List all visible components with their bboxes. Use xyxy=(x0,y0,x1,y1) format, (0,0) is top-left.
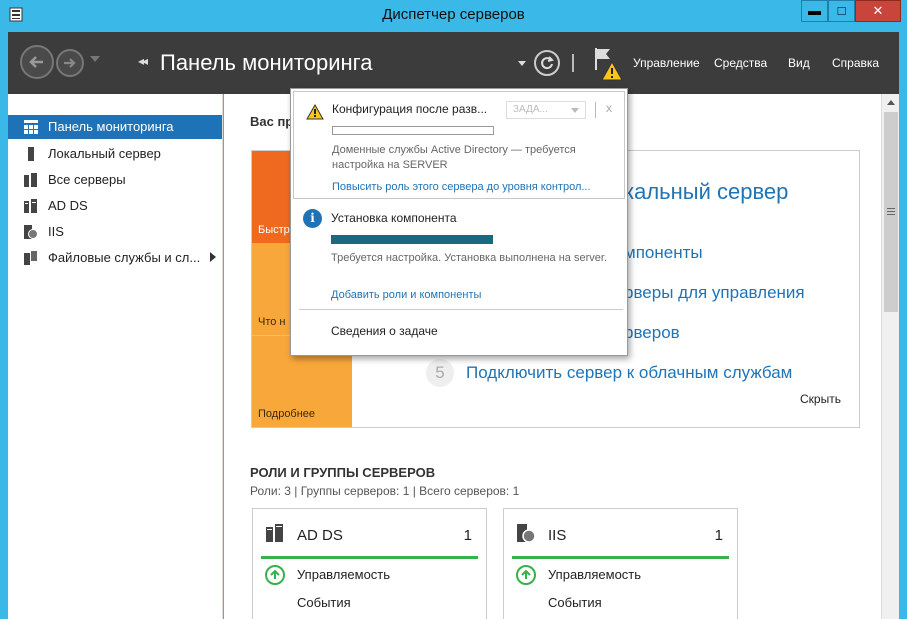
welcome-title: Вас пр xyxy=(250,114,294,129)
sidebar: Панель мониторинга Локальный сервер Все … xyxy=(8,94,223,619)
hide-link[interactable]: Скрыть xyxy=(800,392,841,406)
minimize-button[interactable]: ▬ xyxy=(801,0,828,22)
window-border xyxy=(899,32,907,619)
step-number: 5 xyxy=(426,359,454,387)
maximize-button[interactable]: □ xyxy=(828,0,855,22)
notification-post-deploy: Конфигурация после разв... ЗАДА... x Дом… xyxy=(293,91,625,199)
tile-label: Что н xyxy=(258,316,286,328)
tile-label: Быстр xyxy=(258,224,290,236)
role-name: IIS xyxy=(548,527,567,544)
dashboard-grid-icon xyxy=(24,120,38,134)
notifications-popup: Конфигурация после разв... ЗАДА... x Дом… xyxy=(290,88,628,356)
scroll-thumb[interactable] xyxy=(884,112,898,312)
header-separator xyxy=(572,54,574,72)
notification-title: Конфигурация после разв... xyxy=(332,102,488,116)
role-card-iis[interactable]: IIS 1 Управляемость События xyxy=(503,508,738,619)
forward-button[interactable] xyxy=(56,49,84,77)
promote-dc-link[interactable]: Повысить роль этого сервера до уровня ко… xyxy=(332,181,591,193)
menu-manage[interactable]: Управление xyxy=(633,56,700,70)
notification-text: Доменные службы Active Directory — требу… xyxy=(332,144,576,171)
chevron-down-icon xyxy=(571,108,579,113)
menu-tools[interactable]: Средства xyxy=(714,56,767,70)
manageability-link[interactable]: Управляемость xyxy=(297,567,390,582)
manageability-link[interactable]: Управляемость xyxy=(548,567,641,582)
menu-help[interactable]: Справка xyxy=(832,56,879,70)
sidebar-item-ad-ds[interactable]: AD DS xyxy=(8,194,222,218)
sidebar-item-label: IIS xyxy=(48,224,64,239)
sidebar-item-all-servers[interactable]: Все серверы xyxy=(8,168,222,192)
server-icon xyxy=(28,147,34,161)
sidebar-item-iis[interactable]: IIS xyxy=(8,220,222,244)
iis-icon xyxy=(24,225,38,239)
events-link[interactable]: События xyxy=(297,595,351,610)
info-icon: i xyxy=(303,209,322,228)
tasks-dropdown[interactable]: ЗАДА... xyxy=(506,101,586,119)
tile-label: Подробнее xyxy=(258,408,316,420)
roles-summary: Роли: 3 | Группы серверов: 1 | Всего сер… xyxy=(250,484,520,498)
role-count: 1 xyxy=(463,527,472,544)
status-bar xyxy=(261,556,478,559)
progress-bar xyxy=(332,126,494,135)
warning-icon xyxy=(306,104,324,120)
grip-icon xyxy=(887,208,895,209)
status-bar xyxy=(512,556,729,559)
menu-view[interactable]: Вид xyxy=(788,56,810,70)
up-arrow-icon xyxy=(265,565,285,585)
breadcrumb-arrows[interactable]: ◂◂ xyxy=(138,54,148,68)
history-dropdown-icon[interactable] xyxy=(90,56,100,62)
sidebar-item-label: Файловые службы и сл... xyxy=(48,250,201,265)
back-button[interactable] xyxy=(20,45,54,79)
header-bar: ◂◂ Панель мониторинга Управление Средств… xyxy=(8,32,899,94)
window-title: Диспетчер серверов xyxy=(382,6,525,23)
create-server-group-link[interactable]: рверов xyxy=(624,323,680,343)
configure-local-server-link[interactable]: кальный сервер xyxy=(624,179,788,205)
file-services-icon xyxy=(24,251,37,265)
servers-icon xyxy=(24,173,37,187)
forward-arrow-icon xyxy=(64,58,76,68)
tasks-label: ЗАДА... xyxy=(513,104,548,115)
connect-cloud-link[interactable]: Подключить сервер к облачным службам xyxy=(466,363,792,383)
divider xyxy=(299,309,623,310)
notifications-flag-icon[interactable] xyxy=(592,46,626,82)
sidebar-item-label: Панель мониторинга xyxy=(48,119,174,134)
close-button[interactable]: ✕ xyxy=(855,0,901,22)
refresh-icon xyxy=(541,56,554,70)
title-bar: Диспетчер серверов ▬ □ ✕ xyxy=(0,0,907,32)
add-servers-link[interactable]: рверы для управления xyxy=(624,283,805,303)
separator xyxy=(595,102,596,118)
sidebar-item-dashboard[interactable]: Панель мониторинга xyxy=(8,115,222,139)
chevron-right-icon[interactable] xyxy=(210,252,216,262)
role-card-ad-ds[interactable]: AD DS 1 Управляемость События xyxy=(252,508,487,619)
refresh-button[interactable] xyxy=(534,50,560,76)
ad-ds-icon xyxy=(24,199,37,213)
up-arrow-icon xyxy=(516,565,536,585)
add-roles-link[interactable]: мпоненты xyxy=(624,243,703,263)
sidebar-item-file-services[interactable]: Файловые службы и сл... xyxy=(8,246,222,270)
progress-bar-complete xyxy=(331,235,493,244)
task-details-link[interactable]: Сведения о задаче xyxy=(331,324,438,338)
role-count: 1 xyxy=(714,527,723,544)
back-arrow-icon xyxy=(29,56,43,68)
role-name: AD DS xyxy=(297,527,343,544)
roles-section-title: РОЛИ И ГРУППЫ СЕРВЕРОВ xyxy=(250,465,436,480)
ad-ds-icon xyxy=(266,524,283,542)
sidebar-item-local-server[interactable]: Локальный сервер xyxy=(8,142,222,166)
sidebar-item-label: AD DS xyxy=(48,198,88,213)
notification-text: Требуется настройка. Установка выполнена… xyxy=(331,252,607,264)
vertical-scrollbar[interactable] xyxy=(881,94,899,619)
breadcrumb-dropdown-icon[interactable] xyxy=(518,61,526,66)
iis-icon xyxy=(517,524,536,543)
events-link[interactable]: События xyxy=(548,595,602,610)
dismiss-icon[interactable]: x xyxy=(606,101,612,115)
scroll-up-icon[interactable] xyxy=(887,100,895,105)
page-title: Панель мониторинга xyxy=(160,50,373,75)
sidebar-item-label: Локальный сервер xyxy=(48,146,161,161)
notification-title: Установка компонента xyxy=(331,211,457,225)
sidebar-item-label: Все серверы xyxy=(48,172,126,187)
add-roles-features-link[interactable]: Добавить роли и компоненты xyxy=(331,289,481,301)
